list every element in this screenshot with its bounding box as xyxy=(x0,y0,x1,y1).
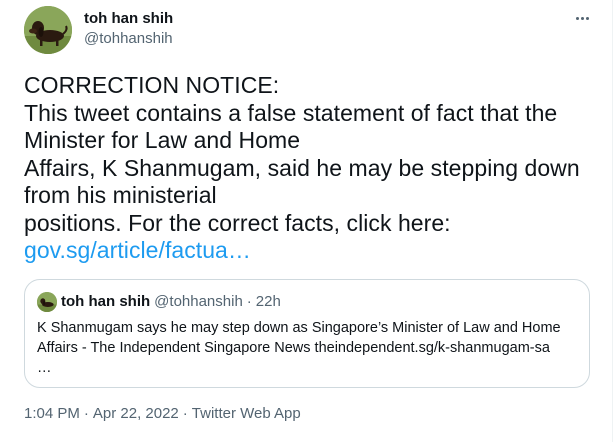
author-display-name[interactable]: toh han shih xyxy=(84,9,173,29)
tweet-text: CORRECTION NOTICE: This tweet contains a… xyxy=(24,72,594,265)
tweet-source-link[interactable]: Twitter Web App xyxy=(192,405,301,422)
tweet-text-line: Minister for Law and Home xyxy=(24,127,301,153)
tweet-text-line: CORRECTION NOTICE: xyxy=(24,72,280,98)
quoted-timestamp: 22h xyxy=(255,293,281,310)
factual-article-link[interactable]: gov.sg/article/factua… xyxy=(24,237,251,263)
dog-avatar-icon xyxy=(37,292,57,312)
tweet: toh han shih @tohhanshih CORRECTION NOTI… xyxy=(0,0,613,442)
quoted-text-line: K Shanmugam says he may step down as Sin… xyxy=(37,320,561,336)
quoted-author-name: toh han shih xyxy=(61,293,151,310)
quoted-tweet-text: K Shanmugam says he may step down as Sin… xyxy=(37,318,582,378)
avatar[interactable] xyxy=(24,6,72,54)
tweet-text-line: This tweet contains a false statement of… xyxy=(24,99,558,126)
tweet-text-line: positions. For the correct facts, click … xyxy=(24,209,451,236)
tweet-text-line: from his ministerial xyxy=(24,182,217,208)
more-options-button[interactable] xyxy=(569,8,595,28)
user-info: toh han shih @tohhanshih xyxy=(84,9,173,49)
tweet-meta: 1:04 PM · Apr 22, 2022 · Twitter Web App xyxy=(24,404,301,424)
tweet-header: toh han shih @tohhanshih xyxy=(24,6,173,54)
tweet-time: 1:04 PM xyxy=(24,405,80,422)
separator-dot: · xyxy=(182,405,188,422)
tweet-text-line: Affairs, K Shanmugam, said he may be ste… xyxy=(24,154,580,181)
quoted-text-line: Affairs - The Independent Singapore News… xyxy=(37,340,550,356)
quoted-text-line: … xyxy=(37,360,52,376)
dog-avatar-icon xyxy=(24,6,72,54)
quoted-avatar xyxy=(37,292,57,312)
author-handle[interactable]: @tohhanshih xyxy=(84,29,173,49)
more-horizontal-icon xyxy=(575,16,579,20)
quoted-tweet-header: toh han shih @tohhanshih · 22h xyxy=(37,292,577,312)
quoted-tweet[interactable]: toh han shih @tohhanshih · 22h K Shanmug… xyxy=(24,279,590,388)
separator-dot: · xyxy=(83,405,89,422)
tweet-date: Apr 22, 2022 xyxy=(92,405,179,422)
quoted-author-handle: @tohhanshih xyxy=(154,293,243,310)
tweet-timestamp-link[interactable]: 1:04 PM · Apr 22, 2022 xyxy=(24,405,179,422)
separator-dot: · xyxy=(246,293,252,310)
